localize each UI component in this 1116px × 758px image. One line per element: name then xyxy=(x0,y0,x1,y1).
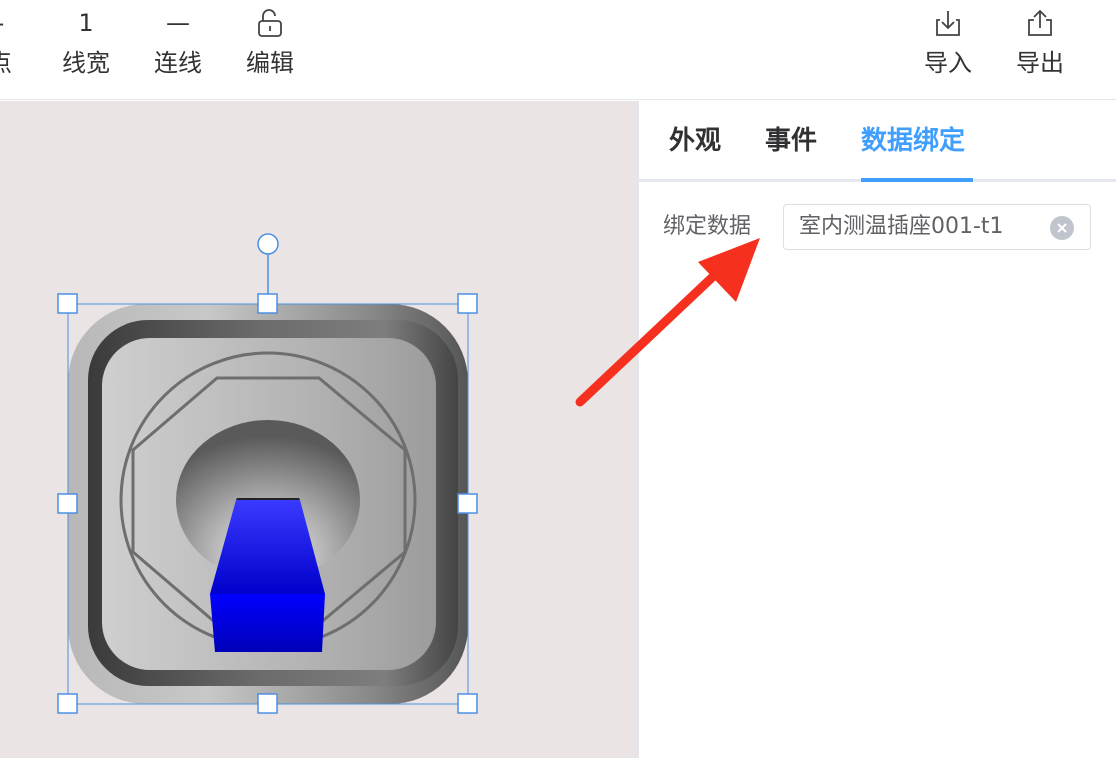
tool-point[interactable]: - 点 xyxy=(0,0,40,100)
import-icon xyxy=(908,6,988,40)
tool-point-label: 点 xyxy=(0,46,40,80)
switch-lever-base xyxy=(210,594,325,652)
tool-edit[interactable]: 编辑 xyxy=(230,0,310,100)
resize-handle-bottom-right[interactable] xyxy=(457,693,478,714)
tool-export[interactable]: 导出 xyxy=(1000,0,1080,100)
panel-tabs: 外观 事件 数据绑定 xyxy=(639,101,1116,182)
export-icon xyxy=(1000,6,1080,40)
resize-handle-right[interactable] xyxy=(457,493,478,514)
resize-handle-bottom[interactable] xyxy=(257,693,278,714)
unlock-icon xyxy=(230,6,310,40)
annotation-arrow-icon xyxy=(575,238,760,407)
rotate-handle[interactable] xyxy=(257,233,279,255)
clear-icon[interactable] xyxy=(1050,216,1074,240)
line-style-icon: — xyxy=(166,9,190,37)
resize-handle-top-left[interactable] xyxy=(57,293,78,314)
drawing-canvas[interactable] xyxy=(0,101,638,758)
toolbar: - 点 1 线宽 — 连线 编辑 导入 xyxy=(0,0,1116,100)
tool-line-width[interactable]: 1 线宽 xyxy=(46,0,126,100)
tab-appearance[interactable]: 外观 xyxy=(669,119,721,163)
lever-top-edge xyxy=(236,498,300,500)
tool-connector-label: 连线 xyxy=(154,49,202,77)
line-width-icon: 1 xyxy=(78,9,94,37)
resize-handle-top[interactable] xyxy=(257,293,278,314)
tab-data-binding[interactable]: 数据绑定 xyxy=(861,119,965,163)
resize-handle-bottom-left[interactable] xyxy=(57,693,78,714)
tool-line-width-label: 线宽 xyxy=(62,49,110,77)
dash-icon: - xyxy=(0,6,40,40)
resize-handle-top-right[interactable] xyxy=(457,293,478,314)
tool-import-label: 导入 xyxy=(924,49,972,77)
resize-handle-left[interactable] xyxy=(57,493,78,514)
tool-import[interactable]: 导入 xyxy=(908,0,988,100)
tool-edit-label: 编辑 xyxy=(246,49,294,77)
tab-events[interactable]: 事件 xyxy=(765,119,817,163)
switch-component-graphic[interactable] xyxy=(0,101,638,758)
binding-data-input[interactable]: 室内测温插座001-t1 xyxy=(783,204,1091,250)
active-tab-indicator xyxy=(861,178,973,182)
properties-panel: 外观 事件 数据绑定 绑定数据 室内测温插座001-t1 xyxy=(638,101,1116,758)
tool-connector[interactable]: — 连线 xyxy=(138,0,218,100)
binding-data-value: 室内测温插座001-t1 xyxy=(799,214,1004,239)
tool-export-label: 导出 xyxy=(1016,49,1064,77)
